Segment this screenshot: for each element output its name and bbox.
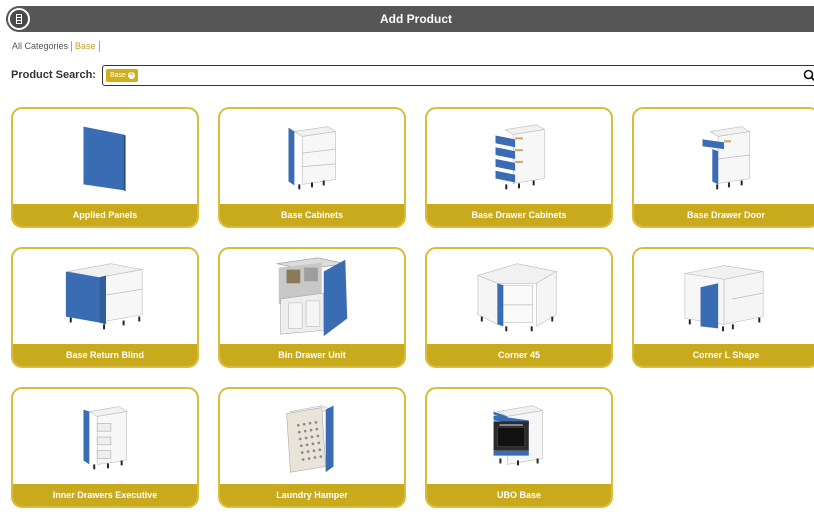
breadcrumb-all-categories[interactable]: All Categories: [12, 41, 68, 51]
product-card[interactable]: Applied Panels: [11, 107, 199, 228]
product-card[interactable]: Corner L Shape: [632, 247, 814, 368]
applied-panel-icon: [83, 126, 126, 192]
product-label: Laundry Hamper: [220, 484, 404, 506]
filter-chip-base[interactable]: Base ×: [106, 69, 138, 82]
product-label: Base Cabinets: [220, 204, 404, 226]
bin-drawer-icon: [276, 257, 348, 337]
product-card[interactable]: Base Drawer Cabinets: [425, 107, 613, 228]
product-label: Corner 45: [427, 344, 611, 366]
page-title: Add Product: [380, 12, 452, 26]
product-label: Inner Drawers Executive: [13, 484, 197, 506]
product-label: Base Drawer Door: [634, 204, 814, 226]
breadcrumb-current[interactable]: Base: [75, 41, 96, 51]
corner-45-cabinet-icon: [477, 263, 557, 332]
product-label: Bin Drawer Unit: [220, 344, 404, 366]
product-label: Base Drawer Cabinets: [427, 204, 611, 226]
breadcrumb-divider: [98, 40, 100, 52]
breadcrumb: All Categories Base: [12, 40, 103, 52]
product-card[interactable]: Inner Drawers Executive: [11, 387, 199, 508]
oven-cabinet-icon: [493, 405, 544, 466]
product-label: Applied Panels: [13, 204, 197, 226]
product-label: UBO Base: [427, 484, 611, 506]
inner-drawers-cabinet-icon: [83, 406, 128, 470]
product-label: Base Return Blind: [13, 344, 197, 366]
product-card[interactable]: Base Cabinets: [218, 107, 406, 228]
base-cabinet-icon: [288, 126, 337, 190]
product-card[interactable]: Corner 45: [425, 247, 613, 368]
search-label: Product Search:: [11, 69, 96, 81]
breadcrumb-divider: [71, 40, 73, 52]
return-blind-cabinet-icon: [65, 263, 143, 330]
drawer-door-cabinet-icon: [702, 126, 751, 190]
corner-l-cabinet-icon: [684, 265, 764, 332]
chip-close-icon[interactable]: ×: [127, 72, 135, 79]
product-card[interactable]: UBO Base: [425, 387, 613, 508]
drawer-cabinet-icon: [495, 124, 546, 190]
filter-chip-label: Base: [110, 72, 126, 79]
product-card[interactable]: Bin Drawer Unit: [218, 247, 406, 368]
product-card[interactable]: Laundry Hamper: [218, 387, 406, 508]
product-label: Corner L Shape: [634, 344, 814, 366]
laundry-hamper-icon: [286, 405, 334, 473]
search-icon[interactable]: [803, 69, 814, 83]
title-bar: Add Product: [6, 6, 814, 32]
search-input[interactable]: Base ×: [102, 65, 814, 86]
product-card[interactable]: Base Drawer Door: [632, 107, 814, 228]
product-card[interactable]: Base Return Blind: [11, 247, 199, 368]
